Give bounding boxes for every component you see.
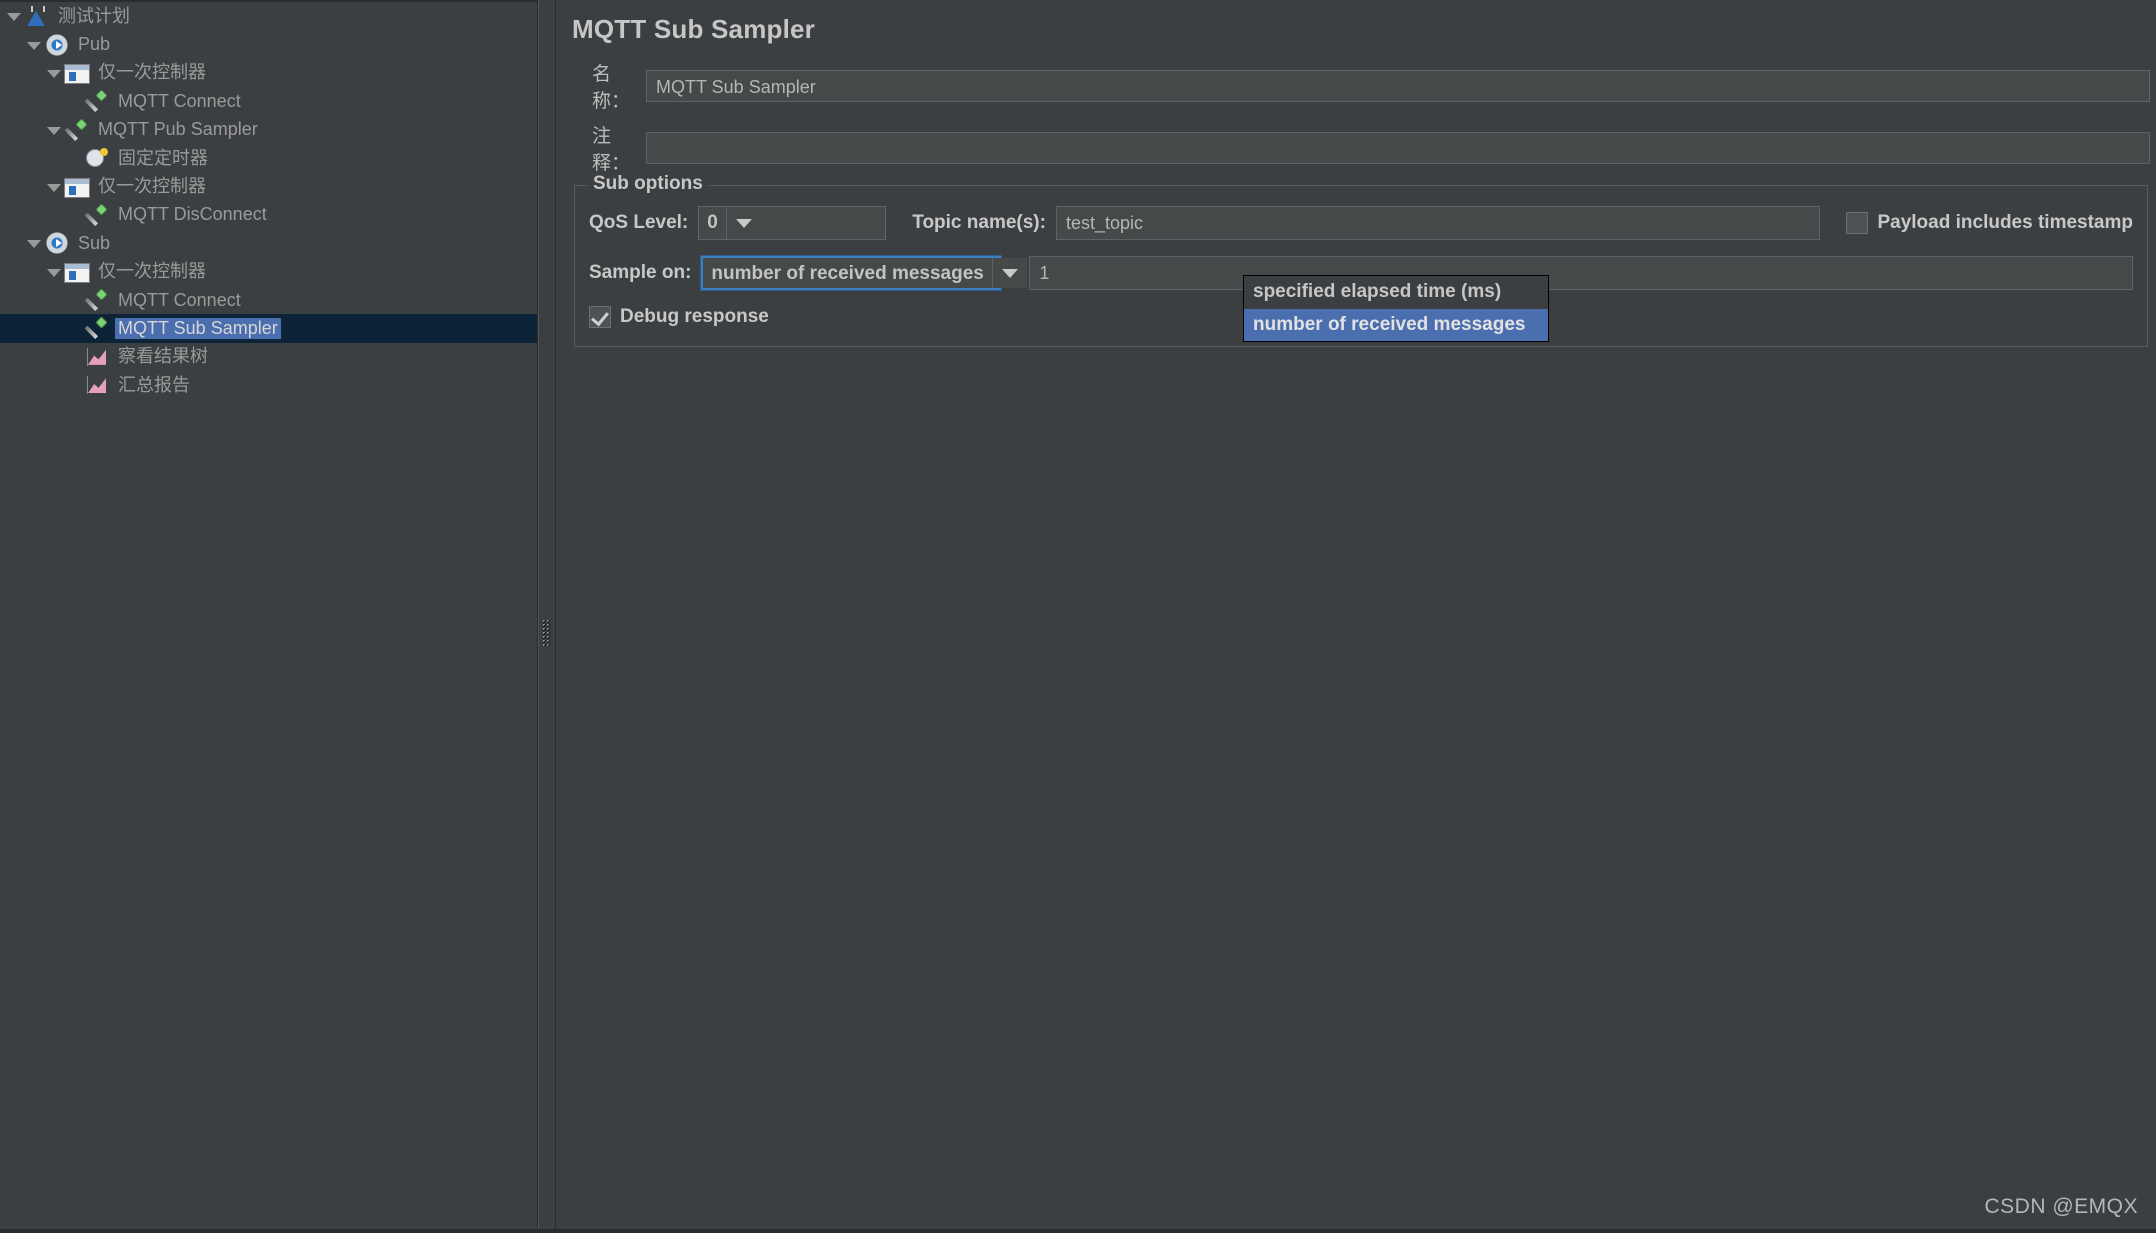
- sample-on-count-input[interactable]: 1: [1029, 256, 2133, 290]
- tree-item-label: 汇总报告: [118, 374, 190, 395]
- sampler-icon: [84, 203, 110, 227]
- topic-names-label: Topic name(s):: [912, 212, 1046, 233]
- name-input[interactable]: MQTT Sub Sampler: [646, 70, 2150, 102]
- tree-item-8[interactable]: Sub: [0, 229, 537, 257]
- controller-icon: [64, 63, 90, 84]
- payload-timestamp-checkbox[interactable]: [1846, 212, 1869, 234]
- tree-item-label: MQTT Connect: [118, 289, 241, 310]
- topic-names-input[interactable]: test_topic: [1055, 206, 1821, 240]
- debug-response-checkbox[interactable]: [589, 306, 611, 328]
- timer-icon: [84, 146, 110, 170]
- expand-collapse-triangle-icon[interactable]: [44, 63, 64, 83]
- payload-timestamp-checkbox-wrap[interactable]: Payload includes timestamp: [1846, 212, 2133, 234]
- sub-options-title: Sub options: [587, 173, 709, 195]
- expand-collapse-triangle-icon[interactable]: [44, 120, 64, 140]
- sample-on-label: Sample on:: [589, 262, 692, 283]
- sampler-icon: [84, 288, 110, 312]
- test-plan-tree[interactable]: 测试计划 Pub 仅一次控制器 MQTT Connect MQTT Pub Sample…: [0, 2, 537, 399]
- sample-on-value: number of received messages: [711, 263, 984, 284]
- dropdown-option-0[interactable]: specified elapsed time (ms): [1244, 276, 1548, 309]
- page-title: MQTT Sub Sampler: [572, 14, 816, 44]
- thread-group-gear-icon: [44, 32, 70, 57]
- window-bottom-divider: [0, 1229, 2156, 1233]
- comment-input[interactable]: [646, 132, 2150, 164]
- sampler-config-panel: MQTT Sub Sampler 名称： MQTT Sub Sampler 注释…: [556, 0, 2156, 1233]
- tree-item-7[interactable]: MQTT DisConnect: [0, 201, 537, 229]
- sampler-icon: [84, 89, 110, 113]
- debug-response-label: Debug response: [620, 306, 769, 327]
- tree-item-label: 测试计划: [58, 5, 130, 26]
- sampler-icon: [64, 118, 90, 142]
- tree-item-label: 察看结果树: [118, 346, 208, 367]
- name-label: 名称：: [592, 64, 631, 112]
- tree-item-0[interactable]: 测试计划: [0, 2, 537, 30]
- expand-collapse-triangle-icon[interactable]: [24, 233, 44, 253]
- tree-item-label: MQTT Connect: [118, 90, 241, 111]
- name-field-row: 名称： MQTT Sub Sampler: [566, 59, 2150, 113]
- chevron-down-icon[interactable]: [991, 258, 1027, 288]
- tree-item-label: 仅一次控制器: [98, 176, 206, 197]
- tree-item-4[interactable]: MQTT Pub Sampler: [0, 116, 537, 144]
- tree-item-3[interactable]: MQTT Connect: [0, 87, 537, 115]
- listener-chart-icon: [84, 373, 110, 397]
- debug-response-checkbox-wrap[interactable]: Debug response: [589, 306, 769, 328]
- tree-item-10[interactable]: MQTT Connect: [0, 286, 537, 314]
- expand-collapse-triangle-icon[interactable]: [44, 262, 64, 282]
- listener-chart-icon: [84, 345, 110, 369]
- tree-item-label: Sub: [78, 232, 111, 253]
- panel-splitter[interactable]: [538, 0, 556, 1233]
- chevron-down-icon[interactable]: [725, 207, 761, 239]
- sample-on-combobox[interactable]: number of received messages: [700, 255, 1027, 291]
- expand-collapse-triangle-icon[interactable]: [44, 177, 64, 197]
- tree-item-1[interactable]: Pub: [0, 30, 537, 58]
- tree-item-label: MQTT Pub Sampler: [98, 119, 258, 140]
- tree-item-13[interactable]: 汇总报告: [0, 371, 537, 399]
- tree-item-label: Pub: [78, 34, 111, 55]
- sample-on-dropdown-popup[interactable]: specified elapsed time (ms) number of rec…: [1243, 275, 1549, 343]
- qos-level-label: QoS Level:: [589, 212, 689, 233]
- tree-item-label: MQTT Sub Sampler: [115, 317, 281, 339]
- payload-timestamp-label: Payload includes timestamp: [1877, 212, 2133, 233]
- comment-field-row: 注释：: [566, 121, 2150, 175]
- watermark-text: CSDN @EMQX: [1984, 1195, 2138, 1218]
- expand-collapse-triangle-icon[interactable]: [4, 6, 24, 26]
- jmeter-window: 测试计划 Pub 仅一次控制器 MQTT Connect MQTT Pub Sample…: [0, 0, 2156, 1233]
- tree-item-6[interactable]: 仅一次控制器: [0, 172, 537, 200]
- splitter-grip-icon[interactable]: [543, 620, 551, 646]
- tree-item-5[interactable]: 固定定时器: [0, 144, 537, 172]
- tree-item-9[interactable]: 仅一次控制器: [0, 258, 537, 286]
- controller-icon: [64, 262, 90, 283]
- tree-item-label: 仅一次控制器: [98, 62, 206, 83]
- tree-item-11[interactable]: MQTT Sub Sampler: [0, 314, 537, 343]
- test-plan-tree-panel[interactable]: 测试计划 Pub 仅一次控制器 MQTT Connect MQTT Pub Sample…: [0, 0, 538, 1233]
- tree-item-label: 仅一次控制器: [98, 261, 206, 282]
- tree-item-2[interactable]: 仅一次控制器: [0, 59, 537, 87]
- tree-item-label: MQTT DisConnect: [118, 204, 267, 225]
- sampler-icon: [84, 316, 110, 340]
- tree-item-12[interactable]: 察看结果树: [0, 343, 537, 371]
- flask-icon: [24, 4, 50, 28]
- qos-topic-row: QoS Level: 0 Topic name(s): test_topic P…: [589, 206, 2133, 240]
- dropdown-option-1[interactable]: number of received messages: [1244, 308, 1548, 342]
- tree-item-label: 固定定时器: [118, 147, 208, 168]
- thread-group-gear-icon: [44, 231, 70, 256]
- qos-level-value: 0: [707, 212, 718, 233]
- qos-level-combobox[interactable]: 0: [698, 206, 887, 240]
- expand-collapse-triangle-icon[interactable]: [24, 35, 44, 55]
- comment-label: 注释：: [592, 126, 631, 174]
- controller-icon: [64, 177, 90, 198]
